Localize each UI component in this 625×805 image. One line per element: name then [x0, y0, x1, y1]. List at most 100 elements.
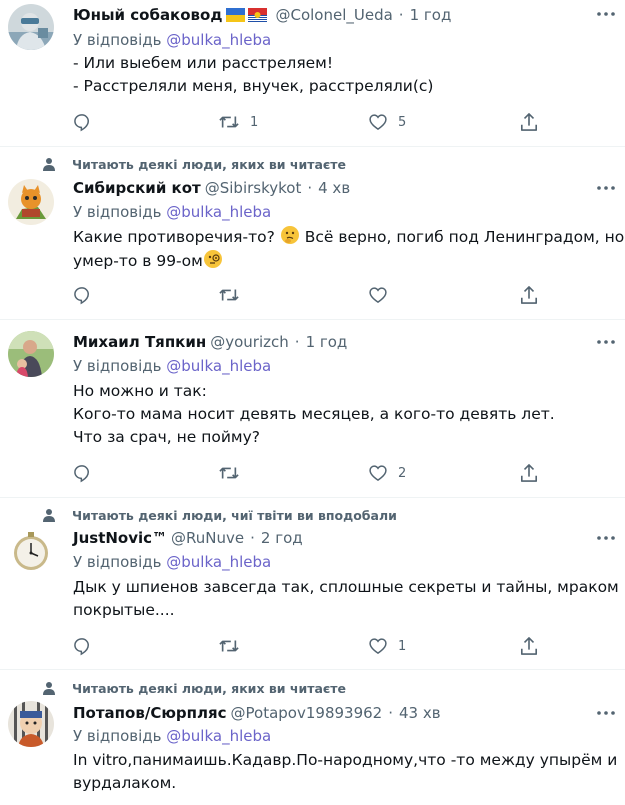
timestamp[interactable]: 1 год [306, 333, 348, 351]
ukraine-flag-icon [226, 8, 246, 22]
reply-icon [74, 465, 90, 483]
timestamp[interactable]: 43 хв [399, 704, 441, 722]
retweet-icon [219, 289, 239, 301]
share-button[interactable] [520, 110, 538, 134]
display-name[interactable]: Сибирский кот [73, 179, 201, 197]
avatar[interactable] [8, 4, 54, 50]
reply-context: У відповідь @bulka_hleba [73, 553, 271, 571]
tweet-line-part: Какие противоречия-то? [73, 228, 275, 246]
user-handle[interactable]: @Potapov19893962 [231, 704, 383, 722]
more-icon[interactable] [596, 703, 616, 723]
person-icon [43, 509, 55, 522]
tweet-line: - Расстреляли меня, внучек, расстреляли(… [73, 77, 434, 95]
share-button[interactable] [520, 634, 538, 658]
mention-link[interactable]: @bulka_hleba [166, 553, 271, 571]
avatar[interactable] [8, 528, 54, 574]
heart-icon [369, 114, 387, 130]
tweet[interactable]: Читають деякі люди, яких ви читаєте Пота… [0, 669, 625, 805]
reply-context: У відповідь @bulka_hleba [73, 357, 271, 375]
timestamp[interactable]: 4 хв [318, 179, 350, 197]
tweet-line: - Или выебем или расстреляем! [73, 54, 334, 72]
share-button[interactable] [520, 283, 538, 307]
reply-icon [74, 287, 90, 305]
reply-button[interactable] [72, 461, 102, 485]
reply-button[interactable] [72, 283, 102, 307]
separator-dot: · [388, 704, 393, 722]
separator-dot: · [250, 529, 255, 547]
reply-context: У відповідь @bulka_hleba [73, 727, 271, 745]
tweet-line: умер-то в 99-ом [73, 249, 618, 273]
user-handle[interactable]: @yourizch [210, 333, 289, 351]
retweet-button[interactable] [218, 461, 250, 485]
retweet-icon [219, 640, 239, 652]
retweet-icon [219, 467, 239, 479]
retweet-button[interactable] [218, 283, 250, 307]
more-icon[interactable] [596, 528, 616, 548]
reply-context: У відповідь @bulka_hleba [73, 203, 271, 221]
timestamp[interactable]: 2 год [261, 529, 303, 547]
tweet-line: покрытые.... [73, 601, 175, 619]
like-button[interactable]: 5 [368, 110, 406, 134]
display-name[interactable]: Юный собаковод [73, 6, 222, 24]
retweet-button[interactable] [218, 634, 250, 658]
more-icon[interactable] [596, 178, 616, 198]
action-bar: 1 [0, 634, 625, 658]
tweet-line: вурдалаком. [73, 774, 177, 792]
display-name[interactable]: Михаил Тяпкин [73, 333, 206, 351]
share-icon [520, 637, 538, 655]
tweet-text: - Или выебем или расстреляем! - Расстрел… [73, 52, 618, 98]
mention-link[interactable]: @bulka_hleba [166, 203, 271, 221]
like-button[interactable] [368, 283, 398, 307]
avatar[interactable] [8, 331, 54, 377]
face-with-monocle-icon [203, 250, 222, 268]
tweet-header: Юный собаковод @Colonel_Ueda · 1 год [73, 4, 451, 26]
like-button[interactable]: 2 [368, 461, 406, 485]
reply-button[interactable] [72, 634, 102, 658]
reply-button[interactable] [72, 110, 102, 134]
retweet-icon [219, 116, 239, 128]
person-icon [43, 682, 55, 695]
like-count: 5 [398, 114, 407, 130]
tweet-header: Сибирский кот @Sibirskykot · 4 хв [73, 177, 350, 199]
tweet-line-part: Всё верно, погиб под Ленинградом, но, [304, 228, 625, 246]
reply-prefix: У відповідь [73, 31, 162, 49]
like-count: 1 [398, 638, 407, 654]
separator-dot: · [307, 179, 313, 197]
reply-prefix: У відповідь [73, 357, 162, 375]
display-name[interactable]: Потапов/Сюрпляс [73, 704, 227, 722]
reply-icon [74, 638, 90, 656]
like-button[interactable]: 1 [368, 634, 406, 658]
social-context-text: Читають деякі люди, яких ви читаєте [72, 680, 347, 696]
timestamp[interactable]: 1 год [410, 6, 452, 24]
mention-link[interactable]: @bulka_hleba [166, 727, 271, 745]
avatar[interactable] [8, 701, 54, 747]
separator-dot: · [398, 6, 404, 24]
tweet[interactable]: Юный собаковод @Colonel_Ueda · 1 год У в… [0, 0, 625, 147]
retweet-button[interactable]: 1 [218, 110, 258, 134]
kiribati-flag-icon [248, 8, 268, 22]
action-bar: 2 [0, 461, 625, 485]
user-handle[interactable]: @Colonel_Ueda [275, 6, 392, 24]
tweet-text: In vitro,панимаишь.Кадавр.По-народному,ч… [73, 749, 618, 795]
social-context: Читають деякі люди, яких ви читаєте [42, 155, 346, 173]
tweet[interactable]: Читають деякі люди, яких ви читаєте Сиби… [0, 146, 625, 320]
share-icon [520, 113, 538, 131]
retweet-count: 1 [250, 114, 259, 130]
tweet-text: Но можно и так: Кого-то мама носит девят… [73, 380, 618, 449]
tweet-header: Михаил Тяпкин @yourizch · 1 год [73, 331, 347, 353]
reply-prefix: У відповідь [73, 203, 162, 221]
tweet-line: Но можно и так: [73, 382, 207, 400]
more-icon[interactable] [596, 332, 616, 352]
mention-link[interactable]: @bulka_hleba [166, 31, 271, 49]
more-icon[interactable] [596, 4, 616, 24]
display-name[interactable]: JustNovic™ [73, 529, 167, 547]
avatar[interactable] [8, 179, 54, 225]
mention-link[interactable]: @bulka_hleba [166, 357, 271, 375]
tweet[interactable]: Михаил Тяпкин @yourizch · 1 год У відпов… [0, 319, 625, 498]
user-handle[interactable]: @RuNuve [171, 529, 244, 547]
tweet[interactable]: Читають деякі люди, чиї твіти ви вподоба… [0, 497, 625, 670]
social-context: Читають деякі люди, чиї твіти ви вподоба… [42, 506, 397, 524]
user-handle[interactable]: @Sibirskykot [205, 179, 302, 197]
share-button[interactable] [520, 461, 538, 485]
tweet-line: Кого-то мама носит девять месяцев, а ког… [73, 405, 555, 423]
